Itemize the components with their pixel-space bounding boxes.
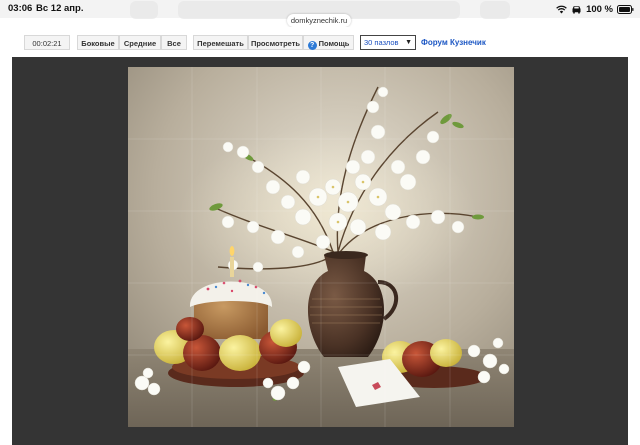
preview-button[interactable]: Просмотреть	[248, 35, 303, 50]
status-date: Вс 12 апр.	[36, 3, 84, 14]
puzzle-toolbar: 00:02:21 Боковые Средние Все Перемешать …	[0, 27, 640, 57]
shuffle-button[interactable]: Перемешать	[193, 35, 248, 50]
battery-percent: 100 %	[586, 3, 613, 15]
pieces-count-value: 30 пазлов	[364, 38, 399, 47]
help-icon: ?	[307, 41, 317, 50]
side-pieces-button[interactable]: Боковые	[77, 35, 119, 50]
blurred-toolbar-icon	[480, 1, 510, 19]
puzzle-image[interactable]	[128, 67, 514, 427]
timer-display: 00:02:21	[24, 35, 70, 50]
puzzle-picture	[128, 67, 514, 427]
car-icon	[572, 5, 581, 13]
middle-pieces-button[interactable]: Средние	[119, 35, 161, 50]
battery-icon	[617, 4, 634, 14]
status-time: 03:06	[8, 3, 33, 14]
status-indicators: 100 %	[556, 2, 634, 16]
help-label: Помощь	[318, 39, 350, 48]
url-pill[interactable]: domkyznechik.ru	[287, 14, 351, 27]
blurred-toolbar-icon	[130, 1, 158, 19]
pieces-count-select[interactable]: 30 пазлов ▼	[360, 35, 416, 50]
forum-link[interactable]: Форум Кузнечик	[421, 35, 486, 50]
chevron-down-icon: ▼	[405, 39, 412, 46]
wifi-icon	[556, 5, 567, 13]
help-button[interactable]: ? Помощь	[303, 35, 354, 50]
all-pieces-button[interactable]: Все	[161, 35, 187, 50]
